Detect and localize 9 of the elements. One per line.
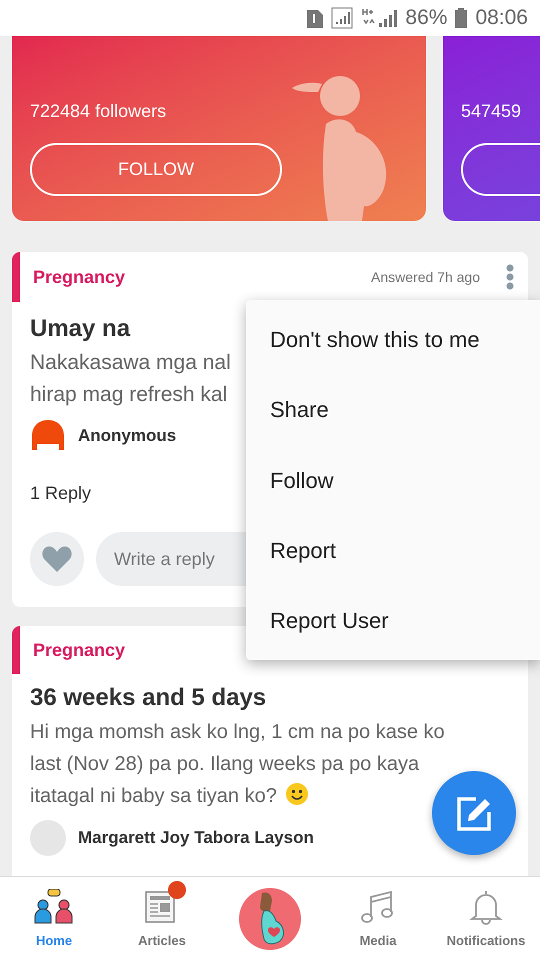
follower-count: 547459 [461, 100, 522, 123]
battery-percent: 86% [405, 5, 448, 32]
answered-time: Answered 7h ago [371, 268, 480, 287]
post-body: Nakakasawa mga nal hirap mag refresh kal [30, 350, 232, 408]
status-time: 08:06 [475, 5, 528, 32]
follower-count: 722484 followers [30, 100, 168, 123]
post-title: Umay na [30, 314, 130, 344]
post-title: 36 weeks and 5 days [30, 683, 266, 713]
post-body: Hi mga momsh ask ko lng, 1 cm na po kase ko last (Nov 28) pa po. Ilang weeks pa po kaya itatagal ni baby sa tiyan ko? [30, 720, 446, 809]
